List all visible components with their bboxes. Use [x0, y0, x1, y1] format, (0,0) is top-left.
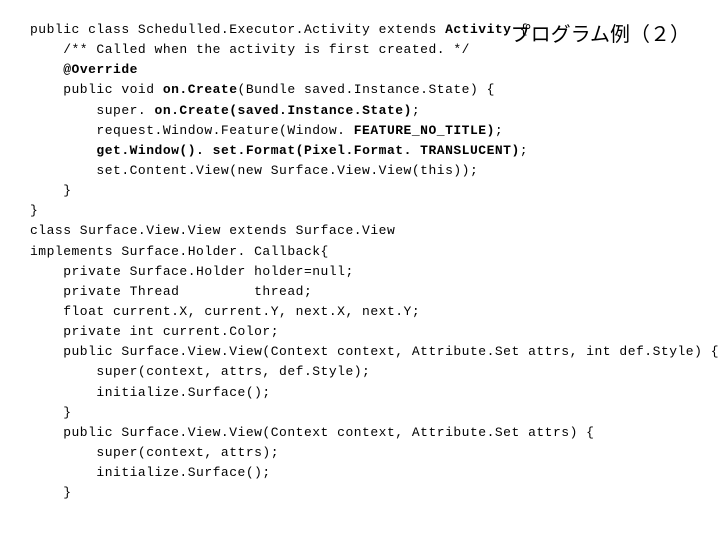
code-line	[30, 62, 63, 77]
code-line: request.Window.Feature(Window.	[30, 123, 354, 138]
code-line: private int current.Color;	[30, 324, 279, 339]
slide-title: プログラム例（２）	[511, 18, 690, 47]
code-line: initialize.Surface();	[30, 465, 271, 480]
code-line: private Surface.Holder holder=null;	[30, 264, 354, 279]
code-line: class Surface.View.View extends Surface.…	[30, 223, 395, 238]
code-line: public Surface.View.View(Context context…	[30, 344, 719, 359]
code-line: }	[30, 203, 38, 218]
code-line: ;	[412, 103, 420, 118]
code-call: on.Create(saved.Instance.State)	[155, 103, 412, 118]
code-line: private Thread thread;	[30, 284, 312, 299]
code-line: super(context, attrs);	[30, 445, 279, 460]
code-line: super(context, attrs, def.Style);	[30, 364, 370, 379]
code-line: }	[30, 405, 72, 420]
code-method: on.Create	[163, 82, 238, 97]
code-line: ;	[520, 143, 528, 158]
code-annotation: @Override	[63, 62, 138, 77]
code-keyword: Activity	[445, 22, 511, 37]
code-block: public class Schedulled.Executor.Activit…	[30, 20, 690, 503]
code-line: public class Schedulled.Executor.Activit…	[30, 22, 445, 37]
code-const: FEATURE_NO_TITLE)	[354, 123, 495, 138]
code-call: get.Window(). set.Format(Pixel.Format. T…	[96, 143, 519, 158]
code-line: initialize.Surface();	[30, 385, 271, 400]
code-line: (Bundle saved.Instance.State) {	[238, 82, 495, 97]
code-line: /** Called when the activity is first cr…	[30, 42, 470, 57]
code-line: implements Surface.Holder. Callback{	[30, 244, 329, 259]
code-line: ;	[495, 123, 503, 138]
code-line: public Surface.View.View(Context context…	[30, 425, 595, 440]
code-line: }	[30, 183, 72, 198]
code-line: }	[30, 485, 72, 500]
code-line: public void	[30, 82, 163, 97]
code-line: set.Content.View(new Surface.View.View(t…	[30, 163, 478, 178]
code-line: float current.X, current.Y, next.X, next…	[30, 304, 420, 319]
code-line: super.	[30, 103, 155, 118]
code-line	[30, 143, 96, 158]
